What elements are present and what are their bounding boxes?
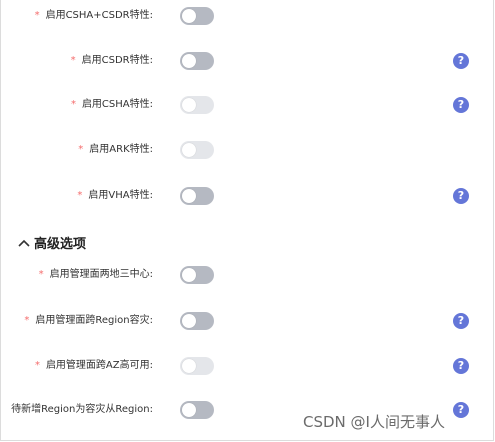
setting-row-vha: * 启用VHA特性: ? xyxy=(0,185,495,207)
toggle-switch-mgmt-two-sites-three-dc[interactable] xyxy=(180,266,214,284)
setting-label: 待新增Region为容灾从Region: xyxy=(11,404,153,415)
toggle-switch-vha[interactable] xyxy=(180,187,214,205)
setting-label: * 启用管理面跨Region容灾: xyxy=(24,315,153,326)
setting-label: * 启用ARK特性: xyxy=(78,144,153,155)
toggle-switch-csdr[interactable] xyxy=(180,52,214,70)
switch-knob xyxy=(182,54,196,68)
switch-knob xyxy=(182,359,196,373)
setting-row-mgmt-two-sites-three-dc: * 启用管理面两地三中心: xyxy=(0,264,495,286)
switch-knob xyxy=(182,143,196,157)
setting-label: * 启用CSHA特性: xyxy=(70,99,153,110)
toggle-switch-csha[interactable] xyxy=(180,96,214,114)
setting-row-mgmt-cross-az-ha: * 启用管理面跨AZ高可用: ? xyxy=(0,355,495,377)
toggle-switch-csha-csdr[interactable] xyxy=(180,7,214,25)
switch-knob xyxy=(182,403,196,417)
setting-row-csha: * 启用CSHA特性: ? xyxy=(0,94,495,116)
help-icon[interactable]: ? xyxy=(453,313,469,329)
required-marker: * xyxy=(70,55,76,66)
setting-label: * 启用管理面跨AZ高可用: xyxy=(34,360,153,371)
switch-knob xyxy=(182,9,196,23)
toggle-switch-new-region-as-dr-slave[interactable] xyxy=(180,401,214,419)
setting-label: * 启用CSHA+CSDR特性: xyxy=(34,10,153,21)
toggle-switch-ark[interactable] xyxy=(180,141,214,159)
toggle-switch-mgmt-cross-region-dr[interactable] xyxy=(180,312,214,330)
help-icon[interactable]: ? xyxy=(453,188,469,204)
switch-knob xyxy=(182,98,196,112)
setting-row-csha-csdr: * 启用CSHA+CSDR特性: xyxy=(0,5,495,27)
setting-label: * 启用管理面两地三中心: xyxy=(38,269,153,280)
toggle-switch-mgmt-cross-az-ha[interactable] xyxy=(180,357,214,375)
required-marker: * xyxy=(38,269,44,280)
setting-row-csdr: * 启用CSDR特性: ? xyxy=(0,50,495,72)
switch-knob xyxy=(182,189,196,203)
help-icon[interactable]: ? xyxy=(453,97,469,113)
setting-row-ark: * 启用ARK特性: xyxy=(0,139,495,161)
switch-knob xyxy=(182,268,196,282)
help-icon[interactable]: ? xyxy=(453,402,469,418)
required-marker: * xyxy=(24,315,30,326)
setting-label: * 启用CSDR特性: xyxy=(70,55,153,66)
help-icon[interactable]: ? xyxy=(453,53,469,69)
switch-knob xyxy=(182,314,196,328)
chevron-up-icon xyxy=(18,236,34,254)
watermark-text: CSDN @I人间无事人 xyxy=(303,413,445,431)
advanced-section-toggle[interactable]: 高级选项 xyxy=(18,236,86,254)
required-marker: * xyxy=(34,10,40,21)
setting-row-mgmt-cross-region-dr: * 启用管理面跨Region容灾: ? xyxy=(0,310,495,332)
setting-label: * 启用VHA特性: xyxy=(77,190,153,201)
required-marker: * xyxy=(78,144,84,155)
advanced-section-title: 高级选项 xyxy=(34,237,87,252)
required-marker: * xyxy=(77,190,83,201)
required-marker: * xyxy=(70,99,76,110)
help-icon[interactable]: ? xyxy=(453,358,469,374)
required-marker: * xyxy=(34,360,40,371)
